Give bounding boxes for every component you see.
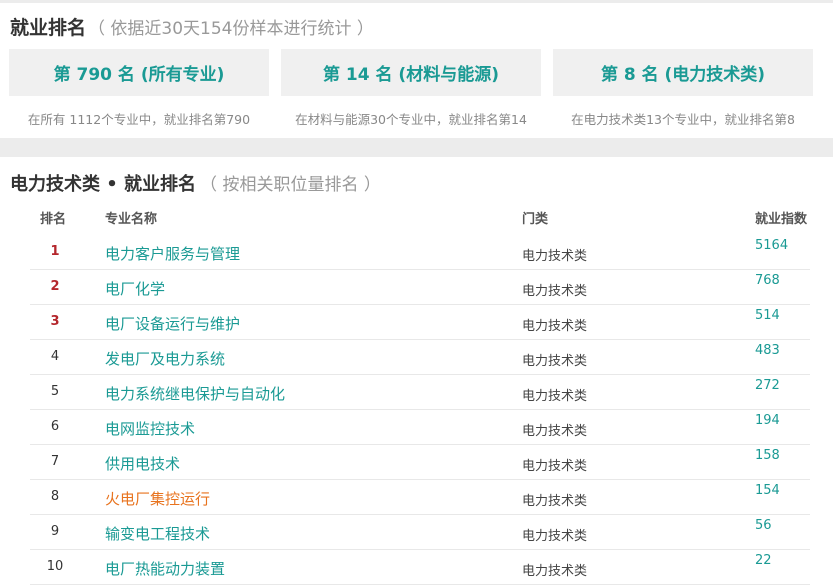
row-rank: 8 [50,489,60,504]
table-row: 6 电网监控技术 电力技术类 194 [30,410,810,445]
row-index: 768 [755,273,780,288]
row-major-link[interactable]: 供用电技术 [105,453,180,474]
card-materials-energy-label: 第 14 名 (材料与能源) [323,65,499,85]
card-all-majors-label: 第 790 名 (所有专业) [53,65,225,85]
card-power-tech[interactable]: 第 8 名 (电力技术类) [553,49,813,96]
row-major-link[interactable]: 电网监控技术 [105,418,195,439]
card-materials-energy[interactable]: 第 14 名 (材料与能源) [281,49,541,96]
employment-subtitle: （ 依据近30天154份样本进行统计 ） [88,19,374,39]
header-rank: 排名 [40,212,67,227]
row-category: 电力技术类 [522,459,588,474]
row-index: 154 [755,483,780,498]
table-row: 1 电力客户服务与管理 电力技术类 5164 [30,235,810,270]
row-index: 194 [755,413,780,428]
row-major-link[interactable]: 电力客户服务与管理 [105,243,240,264]
table-row: 2 电厂化学 电力技术类 768 [30,270,810,305]
row-rank: 4 [50,349,60,364]
row-rank: 5 [50,384,60,399]
table-row: 7 供用电技术 电力技术类 158 [30,445,810,480]
row-major-link[interactable]: 电厂化学 [105,278,165,299]
table-row: 4 发电厂及电力系统 电力技术类 483 [30,340,810,375]
employment-section: 就业排名（ 依据近30天154份样本进行统计 ） 第 790 名 (所有专业) … [0,3,833,138]
row-major-link[interactable]: 输变电工程技术 [105,523,210,544]
row-major-link[interactable]: 电厂设备运行与维护 [105,313,240,334]
table-row: 3 电厂设备运行与维护 电力技术类 514 [30,305,810,340]
row-index: 158 [755,448,780,463]
row-category: 电力技术类 [522,529,588,544]
header-category: 门类 [522,212,549,227]
row-rank: 7 [50,454,60,469]
card-power-tech-note: 在电力技术类13个专业中，就业排名第8 [571,112,795,127]
row-category: 电力技术类 [522,494,588,509]
row-major-link[interactable]: 电力系统继电保护与自动化 [105,383,285,404]
row-category: 电力技术类 [522,564,588,579]
row-index: 56 [755,518,772,533]
row-index: 483 [755,343,780,358]
employment-title-text: 就业排名 [10,17,87,39]
table-row: 10 电厂热能动力装置 电力技术类 22 [30,550,810,585]
row-major-link[interactable]: 发电厂及电力系统 [105,348,225,369]
row-rank: 6 [50,419,60,434]
ranking-title: 电力技术类 • 就业排名（ 按相关职位量排名 ） [10,170,381,196]
row-index: 272 [755,378,780,393]
row-category: 电力技术类 [522,249,588,264]
row-category: 电力技术类 [522,424,588,439]
employment-title: 就业排名（ 依据近30天154份样本进行统计 ） [10,13,374,40]
ranking-title-text: 电力技术类 • 就业排名 [10,174,197,195]
row-rank: 10 [46,559,64,574]
row-index: 514 [755,308,780,323]
card-power-tech-label: 第 8 名 (电力技术类) [600,65,766,85]
row-rank: 3 [50,314,60,329]
header-index: 就业指数 [755,212,808,227]
header-name: 专业名称 [105,212,158,227]
table-row: 5 电力系统继电保护与自动化 电力技术类 272 [30,375,810,410]
row-major-link-current[interactable]: 火电厂集控运行 [105,488,210,509]
ranking-subtitle: （ 按相关职位量排名 ） [200,175,381,195]
row-index: 5164 [755,238,789,253]
card-materials-energy-note: 在材料与能源30个专业中，就业排名第14 [295,112,527,127]
section-divider [0,138,833,157]
row-category: 电力技术类 [522,389,588,404]
table-header: 排名 专业名称 门类 就业指数 [0,208,833,230]
table-row: 8 火电厂集控运行 电力技术类 154 [30,480,810,515]
row-rank: 2 [50,279,60,294]
row-category: 电力技术类 [522,284,588,299]
row-major-link[interactable]: 电厂热能动力装置 [105,558,225,579]
row-index: 22 [755,553,772,568]
row-rank: 1 [50,244,60,259]
row-category: 电力技术类 [522,354,588,369]
row-rank: 9 [50,524,60,539]
card-all-majors[interactable]: 第 790 名 (所有专业) [9,49,269,96]
card-all-majors-note: 在所有 1112个专业中，就业排名第790 [27,112,251,127]
row-category: 电力技术类 [522,319,588,334]
table-row: 9 输变电工程技术 电力技术类 56 [30,515,810,550]
